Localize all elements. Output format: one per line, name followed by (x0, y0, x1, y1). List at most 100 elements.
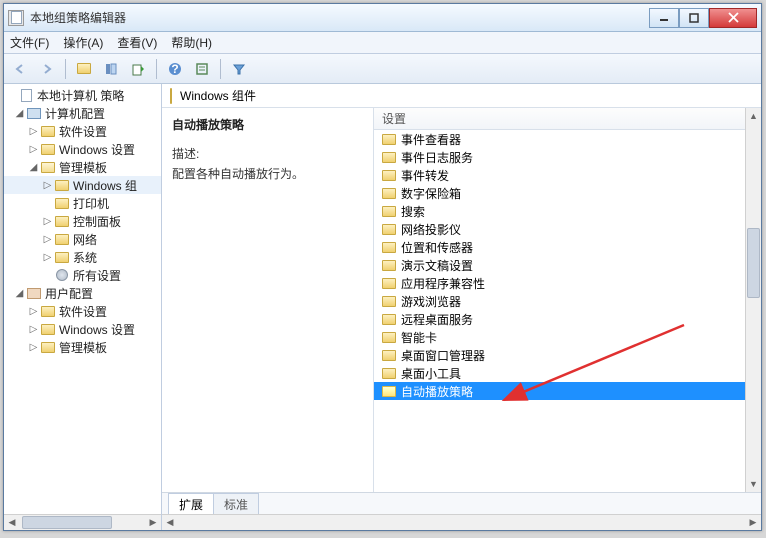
list-item-label: 数字保险箱 (401, 185, 461, 202)
list-item-label: 智能卡 (401, 329, 437, 346)
back-button[interactable] (8, 57, 32, 81)
menu-action[interactable]: 操作(A) (63, 34, 103, 51)
scroll-down-icon[interactable]: ▼ (746, 476, 761, 492)
tabs: 扩展 标准 (162, 492, 761, 514)
tree-c-admin-control[interactable]: ▷控制面板 (4, 212, 161, 230)
computer-icon (26, 106, 42, 120)
content-body: 自动播放策略 描述: 配置各种自动播放行为。 设置 事件查看器事件日志服务事件转… (162, 108, 761, 492)
tree-root[interactable]: 本地计算机 策略 (4, 86, 161, 104)
folder-icon (382, 206, 396, 217)
export-list-button[interactable] (126, 57, 150, 81)
list-pane: 设置 事件查看器事件日志服务事件转发数字保险箱搜索网络投影仪位置和传感器演示文稿… (374, 108, 761, 492)
gpedit-window: 本地组策略编辑器 文件(F) 操作(A) 查看(V) 帮助(H) ? 本地计算机… (3, 3, 762, 531)
folder-icon (382, 332, 396, 343)
tree-hscroll[interactable]: ◀ ▶ (4, 514, 161, 530)
folder-icon (382, 224, 396, 235)
help-button[interactable]: ? (163, 57, 187, 81)
window-title: 本地组策略编辑器 (30, 9, 649, 26)
list-item-label: 自动播放策略 (401, 383, 473, 400)
scroll-left-icon[interactable]: ◀ (162, 515, 178, 531)
folder-icon (382, 242, 396, 253)
list-item[interactable]: 智能卡 (374, 328, 761, 346)
filter-button[interactable] (227, 57, 251, 81)
tree-u-software[interactable]: ▷软件设置 (4, 302, 161, 320)
list-item-label: 桌面小工具 (401, 365, 461, 382)
list-item-label: 事件日志服务 (401, 149, 473, 166)
scroll-left-icon[interactable]: ◀ (4, 515, 20, 531)
list-item[interactable]: 桌面小工具 (374, 364, 761, 382)
folder-icon (382, 296, 396, 307)
content-header-title: Windows 组件 (180, 87, 256, 104)
list-item[interactable]: 远程桌面服务 (374, 310, 761, 328)
list-item[interactable]: 演示文稿设置 (374, 256, 761, 274)
forward-button[interactable] (35, 57, 59, 81)
list-item[interactable]: 自动播放策略 (374, 382, 761, 400)
tree-computer-config[interactable]: ◢计算机配置 (4, 104, 161, 122)
folder-icon (54, 196, 70, 210)
folder-icon (382, 350, 396, 361)
folder-icon (54, 232, 70, 246)
folder-icon (382, 134, 396, 145)
list-item[interactable]: 应用程序兼容性 (374, 274, 761, 292)
list-item[interactable]: 数字保险箱 (374, 184, 761, 202)
close-button[interactable] (709, 8, 757, 28)
scroll-thumb[interactable] (747, 228, 760, 298)
toolbar-sep-2 (156, 59, 157, 79)
tree-c-software[interactable]: ▷软件设置 (4, 122, 161, 140)
tree-c-admin-printer[interactable]: 打印机 (4, 194, 161, 212)
tree-pane: 本地计算机 策略 ◢计算机配置 ▷软件设置 ▷Windows 设置 ◢管理模板 … (4, 84, 162, 530)
scroll-right-icon[interactable]: ▶ (145, 515, 161, 531)
list-item-label: 桌面窗口管理器 (401, 347, 485, 364)
folder-icon (382, 188, 396, 199)
tree-c-windows[interactable]: ▷Windows 设置 (4, 140, 161, 158)
tree-c-admin-network[interactable]: ▷网络 (4, 230, 161, 248)
tree-u-windows[interactable]: ▷Windows 设置 (4, 320, 161, 338)
list-item[interactable]: 网络投影仪 (374, 220, 761, 238)
folder-icon (382, 278, 396, 289)
up-button[interactable] (72, 57, 96, 81)
tree-c-admin[interactable]: ◢管理模板 (4, 158, 161, 176)
list-item[interactable]: 事件日志服务 (374, 148, 761, 166)
body: 本地计算机 策略 ◢计算机配置 ▷软件设置 ▷Windows 设置 ◢管理模板 … (4, 84, 761, 530)
tree-u-admin[interactable]: ▷管理模板 (4, 338, 161, 356)
tree-c-admin-windows[interactable]: ▷Windows 组 (4, 176, 161, 194)
list-item-label: 搜索 (401, 203, 425, 220)
tree-c-admin-system[interactable]: ▷系统 (4, 248, 161, 266)
folder-icon (382, 368, 396, 379)
list-item[interactable]: 位置和传感器 (374, 238, 761, 256)
list-item-label: 位置和传感器 (401, 239, 473, 256)
tree-user-config[interactable]: ◢用户配置 (4, 284, 161, 302)
list-column-header[interactable]: 设置 (374, 108, 761, 130)
folder-icon (382, 170, 396, 181)
scroll-thumb[interactable] (22, 516, 112, 529)
app-icon (8, 10, 24, 26)
list-item[interactable]: 事件转发 (374, 166, 761, 184)
maximize-button[interactable] (679, 8, 709, 28)
gear-icon (54, 268, 70, 282)
scroll-up-icon[interactable]: ▲ (746, 108, 761, 124)
menu-view[interactable]: 查看(V) (117, 34, 157, 51)
tab-extended[interactable]: 扩展 (168, 493, 214, 515)
menu-file[interactable]: 文件(F) (10, 34, 49, 51)
list-item[interactable]: 桌面窗口管理器 (374, 346, 761, 364)
list-item[interactable]: 搜索 (374, 202, 761, 220)
scroll-right-icon[interactable]: ▶ (745, 515, 761, 531)
tree-c-admin-all[interactable]: 所有设置 (4, 266, 161, 284)
menubar: 文件(F) 操作(A) 查看(V) 帮助(H) (4, 32, 761, 54)
content-hscroll[interactable]: ◀ ▶ (162, 514, 761, 530)
user-icon (26, 286, 42, 300)
list-vscroll[interactable]: ▲ ▼ (745, 108, 761, 492)
menu-help[interactable]: 帮助(H) (171, 34, 212, 51)
list-item-label: 游戏浏览器 (401, 293, 461, 310)
folder-icon (382, 386, 396, 397)
toolbar-sep-3 (220, 59, 221, 79)
folder-open-icon (40, 160, 56, 174)
list-item[interactable]: 游戏浏览器 (374, 292, 761, 310)
properties-button[interactable] (190, 57, 214, 81)
tab-standard[interactable]: 标准 (213, 493, 259, 515)
minimize-button[interactable] (649, 8, 679, 28)
folder-icon (40, 322, 56, 336)
titlebar: 本地组策略编辑器 (4, 4, 761, 32)
list-item[interactable]: 事件查看器 (374, 130, 761, 148)
show-hide-tree-button[interactable] (99, 57, 123, 81)
